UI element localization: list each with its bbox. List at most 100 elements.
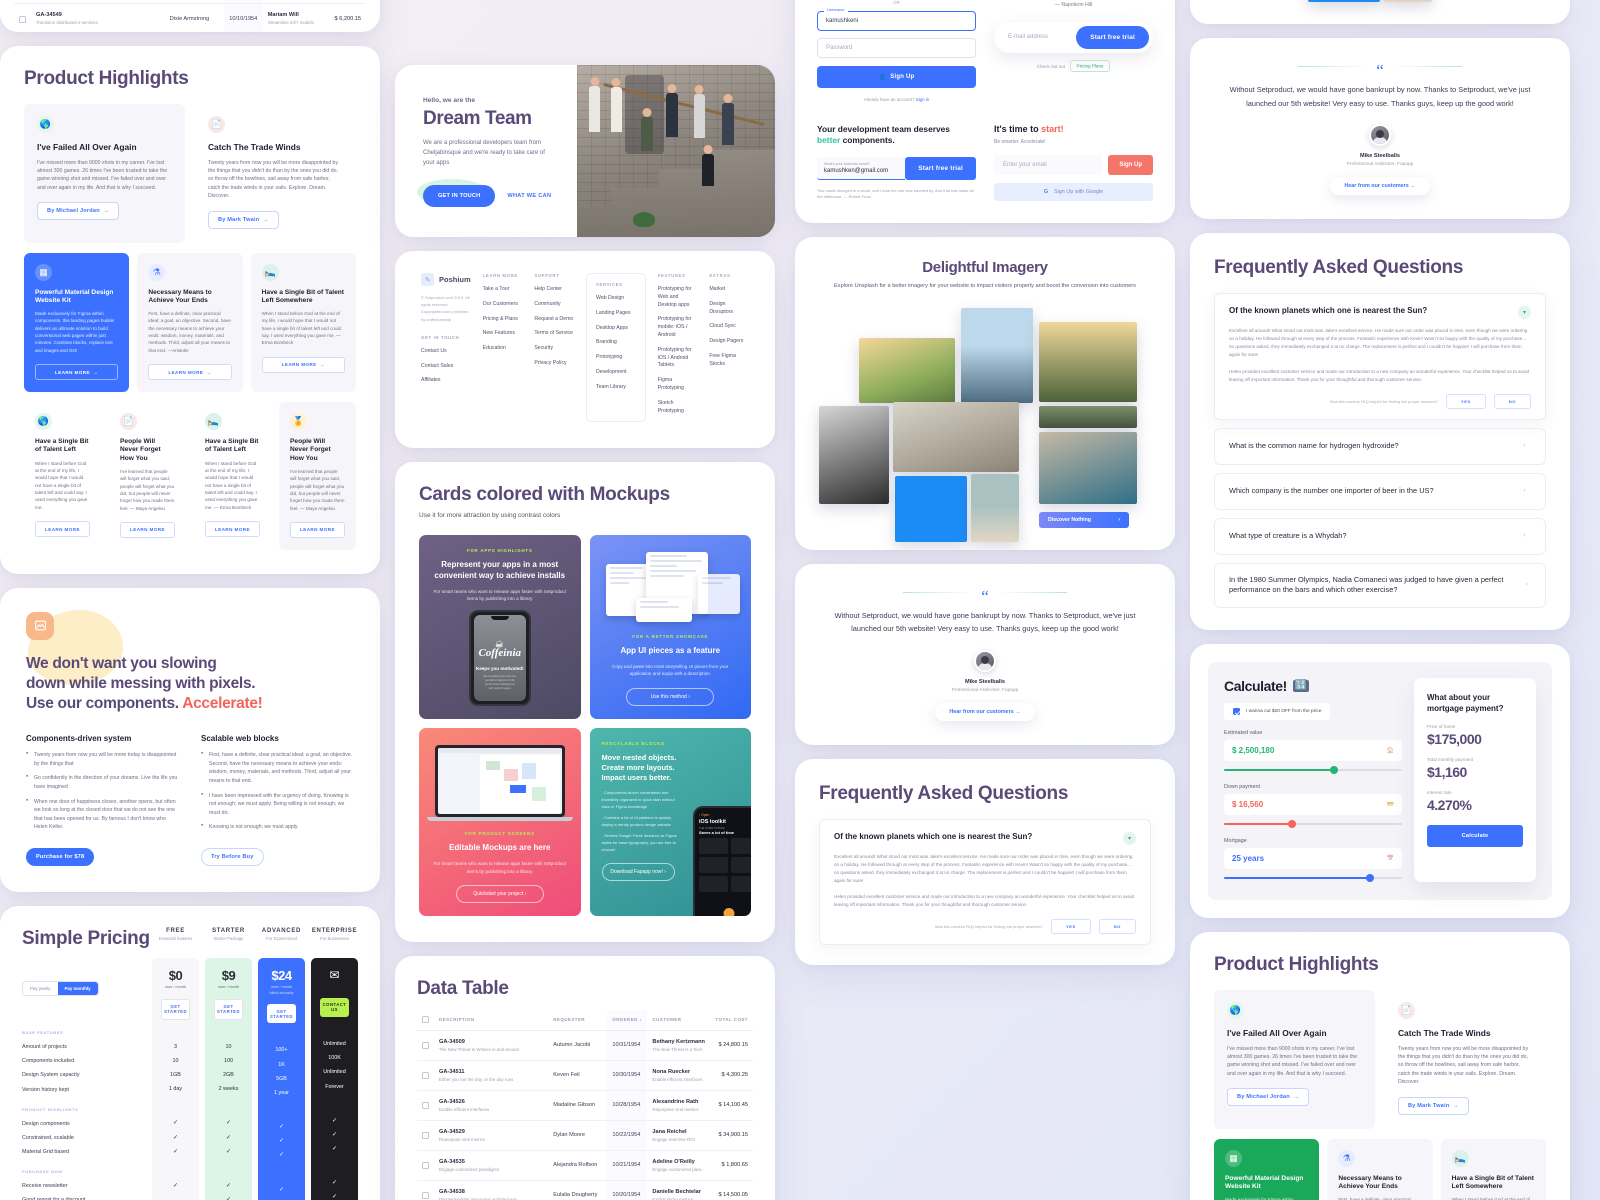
highlight-cta-button[interactable]: By Michael Jordan → <box>37 202 120 221</box>
footer-link[interactable]: Web Design <box>596 295 636 303</box>
start-free-trial-button[interactable]: Start free trial <box>1076 25 1149 49</box>
footer-link[interactable]: Education <box>483 345 523 353</box>
photo-sneaker[interactable] <box>895 475 967 542</box>
footer-logo[interactable]: ✎ Poshium <box>421 273 471 286</box>
highlight-cta-button[interactable]: By Mark Twain → <box>208 210 279 229</box>
chevron-down-icon[interactable]: ‹ <box>1518 485 1531 498</box>
chevron-down-icon[interactable]: ‹ <box>1518 530 1531 543</box>
time-start-email-input[interactable]: Enter your email <box>994 155 1103 175</box>
table-row[interactable]: GA-34538 Disintermediate interactive arch… <box>417 1180 753 1200</box>
footer-link[interactable]: Sketch Prototyping <box>658 400 698 416</box>
row-checkbox[interactable] <box>422 1192 429 1200</box>
faq-yes-button[interactable]: YES <box>1445 393 1486 409</box>
faq-collapsed-item[interactable]: In the 1980 Summer Olympics, Nadia Coman… <box>1214 562 1546 609</box>
footer-link[interactable]: Prototyping <box>596 354 636 362</box>
chevron-down-icon[interactable]: ‹ <box>1522 579 1531 592</box>
quickstart-project-button[interactable]: Quickstart your project › <box>455 884 544 903</box>
learn-more-button[interactable]: LEARN MORE <box>35 521 90 538</box>
pay-yearly-option[interactable]: Pay yearly <box>23 982 58 995</box>
pricing-plans-link[interactable]: Pricing Plans <box>1069 60 1111 73</box>
calculator-field-input[interactable]: $ 16,560 💳 <box>1224 794 1402 816</box>
calculator-slider[interactable] <box>1224 874 1402 883</box>
table-row[interactable]: GA-34509 The New Threat to Wolves in and … <box>417 1030 753 1061</box>
learn-more-button[interactable]: LEARN MORE <box>290 521 345 538</box>
learn-more-button[interactable]: LEARN MORE → <box>148 364 232 381</box>
calculator-field-input[interactable]: $ 2,500,180 🏠 <box>1224 740 1402 762</box>
footer-link[interactable]: Cloud Sync <box>709 323 749 331</box>
row-checkbox[interactable] <box>422 1132 429 1140</box>
footer-link[interactable]: Privacy Policy <box>534 360 574 368</box>
footer-link[interactable]: Contact Us <box>421 348 471 356</box>
username-input[interactable]: kamushkeni <box>817 11 976 31</box>
get-in-touch-button[interactable]: GET IN TOUCH <box>423 184 496 207</box>
select-all-checkbox[interactable] <box>422 1015 429 1023</box>
learn-more-button[interactable]: LEARN MORE → <box>35 364 119 381</box>
discover-nothing-button[interactable]: Discover Nothing › <box>1039 511 1129 528</box>
footer-link[interactable]: Prototyping for mobile: iOS / Android <box>658 316 698 339</box>
table-row[interactable]: GA-34526 Enable efficient interfaces Mada… <box>417 1090 753 1121</box>
signup-button[interactable]: 👤 Sign Up <box>817 66 976 88</box>
highlight-cta-button[interactable]: By Michael Jordan → <box>1227 1088 1310 1107</box>
faq-yes-button[interactable]: YES <box>1050 919 1091 935</box>
footer-link[interactable]: Take a Tour <box>483 286 523 294</box>
column-header[interactable]: DESCRIPTION <box>434 1009 549 1031</box>
row-checkbox[interactable] <box>422 1072 429 1080</box>
faq-no-button[interactable]: NO <box>1098 919 1136 935</box>
time-start-signup-button[interactable]: Sign Up <box>1108 155 1153 175</box>
purchase-button[interactable]: Purchase for $78 <box>26 847 95 866</box>
footer-link[interactable]: Prototyping for Web and Desktop apps <box>658 286 698 309</box>
photo-skate[interactable] <box>971 473 1019 542</box>
column-header[interactable]: ORDERED ↓ <box>607 1009 648 1031</box>
faq-open-item[interactable]: Of the known planets which one is neares… <box>1214 293 1546 420</box>
signin-link[interactable]: Sign in <box>916 97 929 102</box>
hear-from-customers-button[interactable]: Hear from our customers → <box>935 703 1035 722</box>
photo-bench[interactable] <box>1039 405 1137 428</box>
row-checkbox[interactable] <box>422 1042 429 1050</box>
use-this-method-button[interactable]: Use this method › <box>626 687 715 706</box>
mockup-card-rescalable-blocks[interactable]: RESCALABLE BLOCKS Move nested objects. C… <box>589 728 751 916</box>
footer-link[interactable]: Branding <box>596 339 636 347</box>
email-capture-group[interactable]: E-mail address Start free trial <box>994 21 1153 53</box>
pay-monthly-option[interactable]: Pay monthly <box>57 982 98 996</box>
footer-link[interactable]: New Features <box>483 330 523 338</box>
footer-link[interactable]: Affiliates <box>421 377 471 385</box>
footer-link[interactable]: Request a Demo <box>534 316 574 324</box>
footer-link[interactable]: Prototyping for iOS / Android Tablets <box>658 347 698 370</box>
chevron-down-icon[interactable]: ▾ <box>1123 832 1136 846</box>
calculate-button[interactable]: Calculate <box>1427 825 1523 848</box>
photo-library[interactable] <box>1039 431 1137 504</box>
row-checkbox[interactable] <box>422 1162 429 1170</box>
billing-period-toggle[interactable]: Pay yearly Pay monthly <box>22 981 99 997</box>
footer-link[interactable]: Pricing & Plans <box>483 316 523 324</box>
footer-link[interactable]: Figma Prototyping <box>658 377 698 393</box>
download-fapapp-button[interactable]: Download Fapapp now! › <box>601 863 675 882</box>
row-checkbox[interactable] <box>19 15 26 23</box>
photo-forest-road[interactable] <box>1039 321 1137 402</box>
column-header[interactable]: TOTAL COST <box>710 1009 753 1031</box>
plan-cta-button[interactable]: GET STARTED <box>214 998 243 1020</box>
learn-more-button[interactable]: LEARN MORE <box>120 521 175 538</box>
table-row[interactable]: GA-34535 Engage customized paradigms Alej… <box>417 1150 753 1181</box>
calculator-field-input[interactable]: 25 years 📅 <box>1224 848 1402 870</box>
faq-collapsed-item[interactable]: Which company is the number one importer… <box>1214 472 1546 510</box>
calculator-slider[interactable] <box>1224 766 1402 775</box>
faq-no-button[interactable]: NO <box>1493 393 1531 409</box>
password-input[interactable]: Password <box>817 38 976 58</box>
faq-collapsed-item[interactable]: What type of creature is a Whydah? ‹ <box>1214 517 1546 555</box>
try-before-buy-button[interactable]: Try Before Buy <box>201 847 264 866</box>
plan-cta-button[interactable]: CONTACT US <box>320 997 349 1017</box>
column-header[interactable]: REQUESTER <box>548 1009 608 1031</box>
footer-link[interactable]: Help Center <box>534 286 574 294</box>
business-email-input[interactable]: kamushken@gmail.com <box>824 168 898 174</box>
faq-open-item[interactable]: Of the known planets which one is neares… <box>819 819 1151 946</box>
footer-link[interactable]: Free Figma Stocks <box>709 353 749 369</box>
plan-cta-button[interactable]: GET STARTED <box>267 1004 296 1024</box>
learn-more-button[interactable]: LEARN MORE <box>205 521 260 538</box>
highlight-cta-button[interactable]: By Mark Twain → <box>1398 1096 1469 1115</box>
footer-link[interactable]: Contact Sales <box>421 363 471 371</box>
footer-link[interactable]: Community <box>534 301 574 309</box>
photo-balloons[interactable] <box>859 337 955 403</box>
google-signup-button[interactable]: G Sign Up with Google <box>994 183 1153 201</box>
footer-link[interactable]: Security <box>534 345 574 353</box>
footer-link[interactable]: Market <box>709 286 749 294</box>
